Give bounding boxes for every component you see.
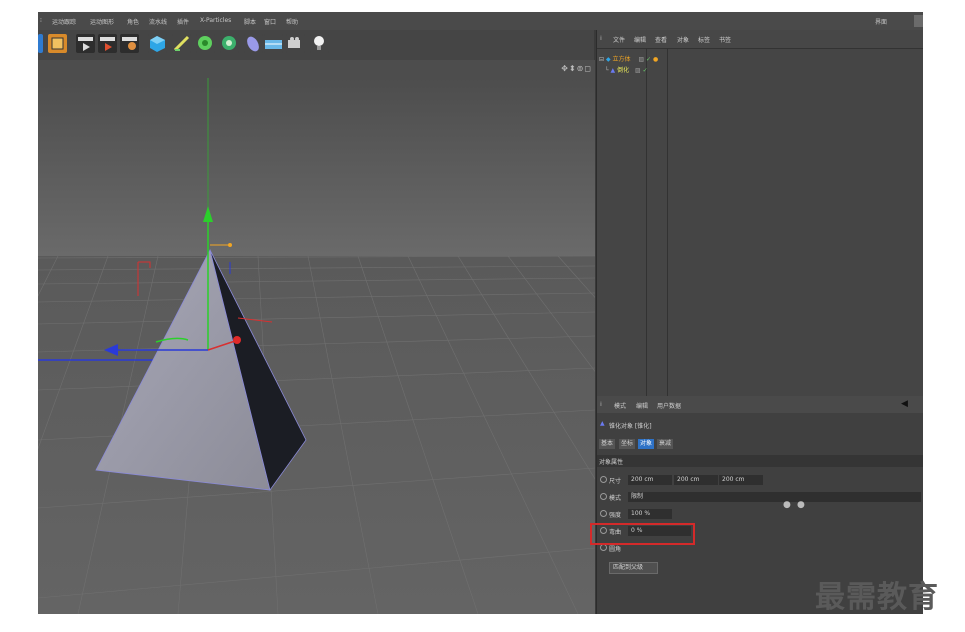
render-view-icon[interactable] [76,34,95,53]
tree-branch-icon: └ [605,67,609,74]
pen-spline-icon[interactable] [172,34,191,53]
menu-mograph[interactable]: 运动图形 [90,17,114,26]
layout-label[interactable]: 界面 [875,17,887,26]
om-menu-view[interactable]: 查看 [655,35,667,44]
slider-knob-icon[interactable]: ● [783,500,791,510]
object-row-taper[interactable]: └ ▲ 倒化 ▨ ✓ [605,65,648,75]
section-title: 对象属性 [599,459,624,466]
taper-deformer-icon: ▲ [600,420,605,427]
object-manager-menubar: ⁞ 文件 编辑 查看 对象 标签 书签 [597,30,923,49]
gizmo-x-handle-icon[interactable] [233,336,241,344]
menu-item[interactable]: ⁝ [40,17,42,24]
menu-plugins[interactable]: 插件 [177,17,189,26]
om-menu-object[interactable]: 对象 [677,35,689,44]
camera-icon[interactable] [286,34,305,53]
mode-icon[interactable] [38,34,43,53]
column-divider [667,48,668,405]
fillet-label: 圆角 [609,546,622,553]
highlight-box [590,523,695,545]
attr-menu-mode[interactable]: 模式 [614,401,626,410]
main-menubar: ⁝ 运动跟踪 运动图形 角色 流水线 插件 X-Particles 脚本 窗口 … [38,12,923,30]
light-icon[interactable] [310,34,329,53]
deformer-icon[interactable] [244,34,263,53]
tree-collapse-icon[interactable]: ⊟ [599,56,604,63]
menu-motion-tracking[interactable]: 运动跟踪 [52,17,76,26]
viewport-header: ✥⬍⊚◻ [38,60,595,78]
size-x-field[interactable]: 200 cm [628,475,672,485]
menu-character[interactable]: 角色 [127,17,139,26]
enable-check-icon[interactable]: ✓ [643,67,648,74]
visibility-icon[interactable]: ▨ [635,67,641,74]
attr-menu-userdata[interactable]: 用户数据 [657,401,681,410]
om-menu-bookmarks[interactable]: 书签 [719,35,731,44]
viewport-nav-icons[interactable]: ✥⬍⊚◻ [561,64,592,73]
grip-icon: ⁞ [600,35,602,42]
section-header [597,455,923,467]
tab-object[interactable]: 对象 [638,439,655,449]
size-z-field[interactable]: 200 cm [719,475,763,485]
attributes-menubar: ⁞ 模式 编辑 用户数据 ◀ [597,396,923,413]
deformer-handle-icon[interactable] [228,243,232,247]
object-manager: ⁞ 文件 编辑 查看 对象 标签 书签 ⊟ ◆ 立方体 ▨ ✓ ● └ ▲ 倒化… [596,30,923,405]
match-parent-button[interactable]: 匹配到父级 [609,562,658,574]
grip-icon: ⁞ [600,401,602,408]
om-menu-edit[interactable]: 编辑 [634,35,646,44]
strength-label: 强度 [609,512,622,519]
om-menu-tags[interactable]: 标签 [698,35,710,44]
tab-basic[interactable]: 基本 [599,439,616,449]
slider-knob-icon[interactable]: ● [797,500,805,510]
menu-x-particles[interactable]: X-Particles [200,17,231,24]
menu-window[interactable]: 窗口 [264,17,276,26]
cinema4d-window: ⁝ 运动跟踪 运动图形 角色 流水线 插件 X-Particles 脚本 窗口 … [38,12,923,614]
menu-script[interactable]: 脚本 [244,17,256,26]
watermark-text: 最需教育 [815,580,939,615]
size-anim-toggle[interactable] [600,476,607,483]
floor-icon[interactable] [264,34,283,53]
column-divider [646,48,647,405]
tab-coord[interactable]: 坐标 [619,439,636,449]
object-title: 锥化对象 [锥化] [609,423,652,430]
tab-falloff[interactable]: 衰减 [657,439,674,449]
mode-anim-toggle[interactable] [600,493,607,500]
sky [38,78,595,256]
om-menu-file[interactable]: 文件 [613,35,625,44]
fillet-anim-toggle[interactable] [600,544,607,551]
strength-anim-toggle[interactable] [600,510,607,517]
cube-icon: ◆ [605,56,611,63]
subdivision-icon[interactable] [196,34,215,53]
size-y-field[interactable]: 200 cm [674,475,718,485]
cube-object-icon[interactable] [148,34,167,53]
attr-menu-edit[interactable]: 编辑 [636,401,648,410]
strength-field[interactable]: 100 % [628,509,672,519]
mode-label: 模式 [609,495,622,502]
enable-check-icon[interactable]: ✓ [646,56,651,63]
back-arrow-icon[interactable]: ◀ [901,399,908,409]
menu-help[interactable]: 帮助 [286,17,298,26]
viewport-scene [38,78,879,614]
object-row-cube[interactable]: ⊟ ◆ 立方体 ▨ ✓ ● [599,54,658,64]
size-label: 尺寸 [609,478,622,485]
tag-icon[interactable]: ● [653,56,658,63]
array-icon[interactable] [220,34,239,53]
menu-pipeline[interactable]: 流水线 [149,17,167,26]
object-name[interactable]: 立方体 [613,56,631,63]
layout-dropdown-button[interactable] [914,15,923,27]
viewport-3d[interactable] [38,78,879,614]
render-region-icon[interactable] [98,34,117,53]
main-toolbar [38,30,594,61]
taper-deformer-icon: ▲ [610,67,616,74]
visibility-icon[interactable]: ▨ [638,56,644,63]
render-settings-icon[interactable] [120,34,139,53]
mode-dropdown[interactable]: 限制 [628,492,921,502]
cube-snap-icon[interactable] [48,34,67,53]
object-name[interactable]: 倒化 [617,67,629,74]
